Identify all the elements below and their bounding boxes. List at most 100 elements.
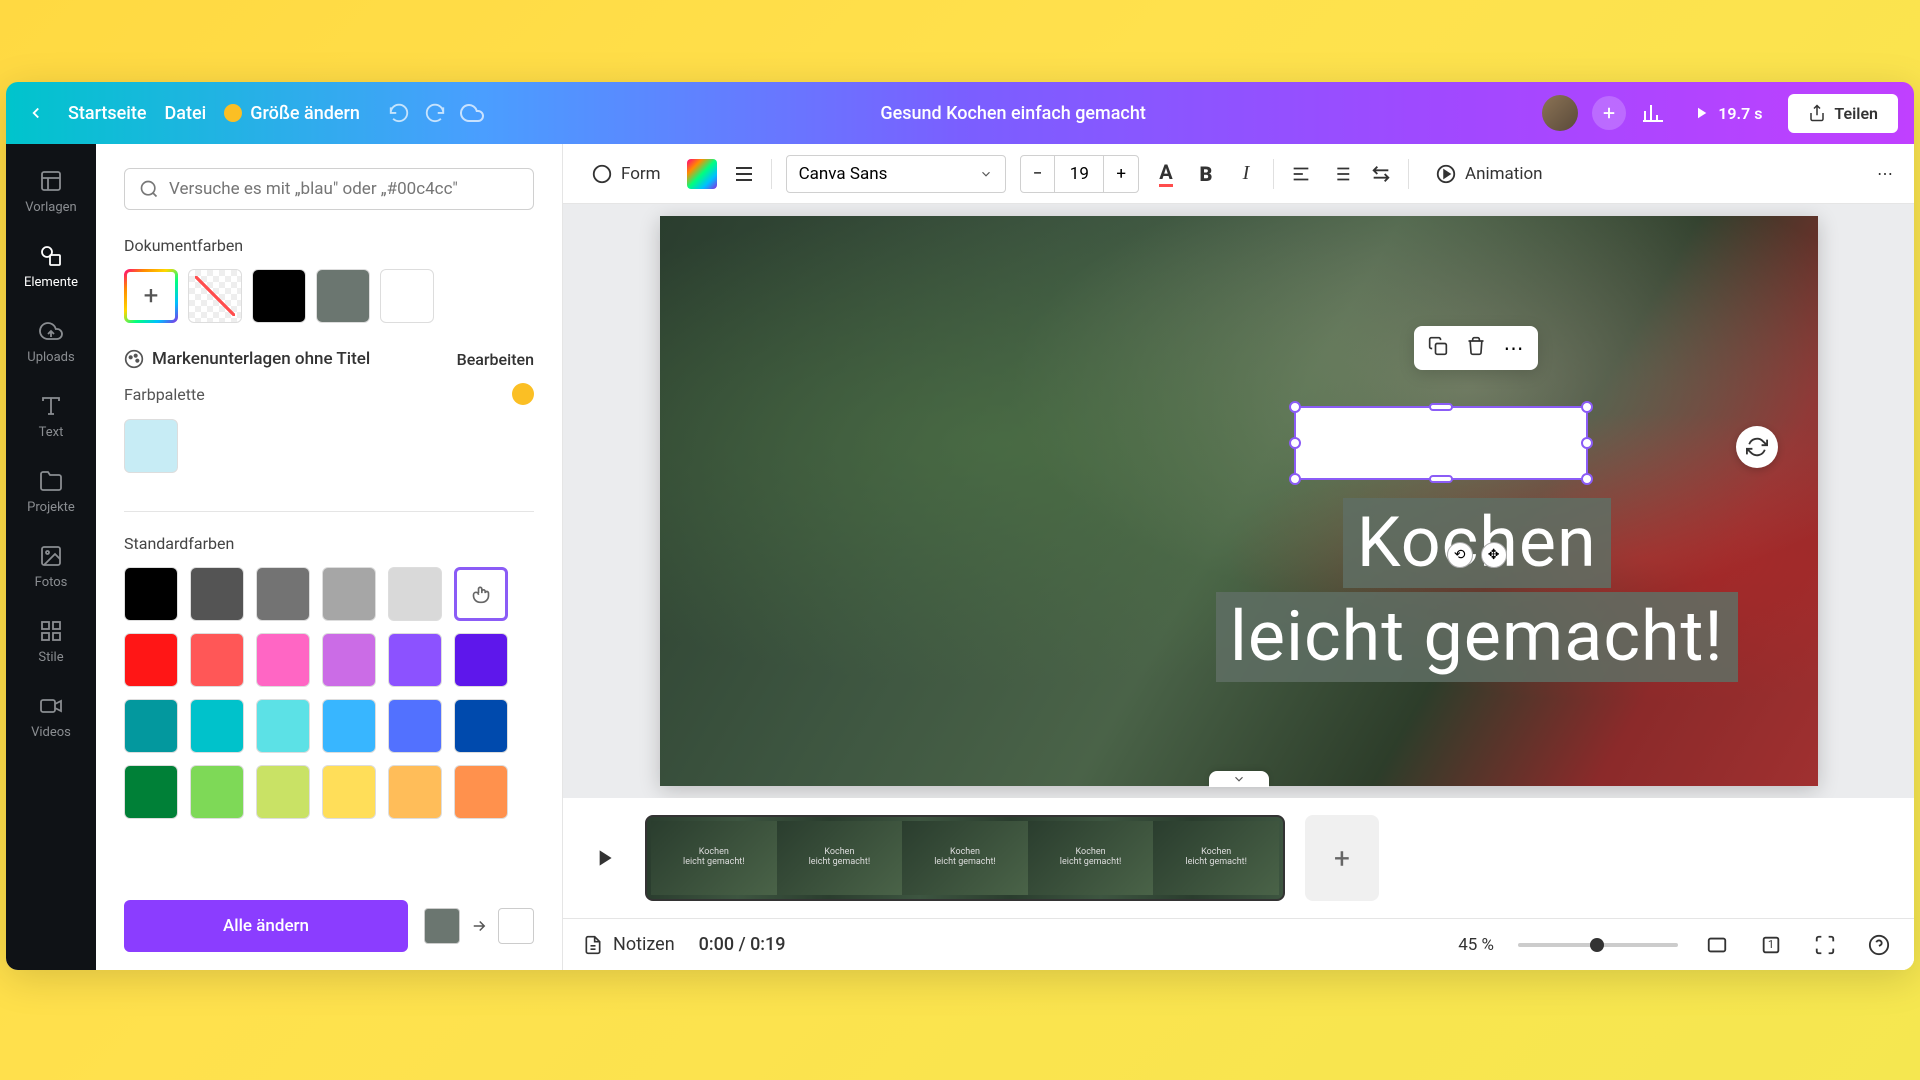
- default-color-swatch[interactable]: [190, 765, 244, 819]
- regenerate-button[interactable]: [1736, 426, 1778, 468]
- text-line-2[interactable]: leicht gemacht!: [1216, 592, 1738, 682]
- undo-button[interactable]: [388, 101, 410, 125]
- default-color-swatch[interactable]: [190, 633, 244, 687]
- default-color-swatch[interactable]: [388, 633, 442, 687]
- decrease-size-button[interactable]: −: [1021, 156, 1055, 192]
- timeline-play-button[interactable]: [583, 837, 625, 879]
- color-search[interactable]: [124, 168, 534, 210]
- duplicate-button[interactable]: [1428, 336, 1448, 360]
- help-button[interactable]: [1864, 930, 1894, 960]
- font-size-value[interactable]: 19: [1054, 156, 1104, 192]
- rail-styles[interactable]: Stile: [6, 604, 96, 679]
- videos-icon: [38, 693, 64, 719]
- add-color-button[interactable]: +: [124, 269, 178, 323]
- app-frame: Startseite Datei Größe ändern Gesund Koc…: [6, 82, 1914, 970]
- top-bar: Startseite Datei Größe ändern Gesund Koc…: [6, 82, 1914, 144]
- fullscreen-button[interactable]: [1810, 930, 1840, 960]
- preview-play-button[interactable]: 19.7 s: [1680, 98, 1774, 129]
- default-color-swatch[interactable]: [190, 699, 244, 753]
- grid-view-button[interactable]: [1702, 930, 1732, 960]
- cloud-sync-icon[interactable]: [460, 101, 484, 125]
- zoom-slider[interactable]: [1518, 943, 1678, 947]
- selection-box[interactable]: [1294, 406, 1588, 480]
- video-frame[interactable]: ⋯ Kochen ⟲✥ leicht gemacht!: [660, 216, 1818, 786]
- notes-button[interactable]: Notizen: [583, 934, 675, 955]
- default-color-swatch[interactable]: [190, 567, 244, 621]
- default-color-swatch[interactable]: [388, 699, 442, 753]
- bold-button[interactable]: B: [1193, 161, 1219, 187]
- spacing-button[interactable]: [1368, 161, 1394, 187]
- rail-projects[interactable]: Projekte: [6, 454, 96, 529]
- rail-videos[interactable]: Videos: [6, 679, 96, 754]
- back-button[interactable]: [22, 99, 50, 127]
- default-color-swatch[interactable]: [388, 567, 442, 621]
- side-rail: Vorlagen Elemente Uploads Text Projekte …: [6, 144, 96, 970]
- doc-color-swatch[interactable]: [380, 269, 434, 323]
- styles-icon: [38, 618, 64, 644]
- change-all-button[interactable]: Alle ändern: [124, 900, 408, 952]
- add-collaborator-button[interactable]: [1592, 96, 1626, 130]
- share-button[interactable]: Teilen: [1788, 94, 1898, 133]
- default-color-swatch[interactable]: [322, 765, 376, 819]
- nav-resize[interactable]: Größe ändern: [224, 103, 360, 124]
- default-color-swatch[interactable]: [124, 633, 178, 687]
- canvas-text-overlay[interactable]: Kochen ⟲✥ leicht gemacht!: [1216, 496, 1738, 684]
- rail-text[interactable]: Text: [6, 379, 96, 454]
- text-color-button[interactable]: A: [1153, 161, 1179, 187]
- default-color-swatch[interactable]: [322, 567, 376, 621]
- page-number-badge[interactable]: 1: [1756, 930, 1786, 960]
- default-color-swatch[interactable]: [454, 567, 508, 621]
- rail-photos[interactable]: Fotos: [6, 529, 96, 604]
- document-title[interactable]: Gesund Kochen einfach gemacht: [502, 103, 1524, 124]
- more-options-button[interactable]: ⋯: [1504, 336, 1524, 360]
- canvas-area: Form Canva Sans − 19 + A B I: [563, 144, 1914, 970]
- doc-color-swatch[interactable]: [316, 269, 370, 323]
- delete-button[interactable]: [1466, 336, 1486, 360]
- default-color-swatch[interactable]: [124, 699, 178, 753]
- redo-button[interactable]: [424, 101, 446, 125]
- add-page-button[interactable]: +: [1305, 815, 1379, 901]
- default-color-swatch[interactable]: [388, 765, 442, 819]
- default-color-swatch[interactable]: [454, 633, 508, 687]
- palette-swatch[interactable]: [124, 419, 178, 473]
- list-button[interactable]: [1328, 161, 1354, 187]
- brand-edit-button[interactable]: Bearbeiten: [457, 350, 534, 369]
- default-color-swatch[interactable]: [256, 567, 310, 621]
- color-search-input[interactable]: [169, 179, 519, 199]
- rail-templates[interactable]: Vorlagen: [6, 154, 96, 229]
- insights-button[interactable]: [1640, 100, 1666, 126]
- default-color-swatch[interactable]: [454, 699, 508, 753]
- default-color-swatch[interactable]: [124, 567, 178, 621]
- form-button[interactable]: Form: [579, 155, 673, 193]
- palette-icon: [124, 349, 144, 369]
- transparent-swatch[interactable]: [188, 269, 242, 323]
- font-select[interactable]: Canva Sans: [786, 155, 1006, 193]
- rotate-handle[interactable]: ⟲: [1447, 542, 1473, 568]
- increase-size-button[interactable]: +: [1104, 156, 1138, 192]
- rail-elements[interactable]: Elemente: [6, 229, 96, 304]
- templates-icon: [38, 168, 64, 194]
- rail-uploads[interactable]: Uploads: [6, 304, 96, 379]
- align-button[interactable]: [1288, 161, 1314, 187]
- animation-button[interactable]: Animation: [1423, 155, 1555, 193]
- nav-home[interactable]: Startseite: [68, 103, 147, 124]
- default-color-swatch[interactable]: [124, 765, 178, 819]
- doc-colors-row: +: [124, 269, 534, 323]
- default-color-swatch[interactable]: [322, 699, 376, 753]
- move-handle[interactable]: ✥: [1481, 542, 1507, 568]
- default-color-swatch[interactable]: [322, 633, 376, 687]
- collapse-timeline-tab[interactable]: [1209, 771, 1269, 787]
- doc-color-swatch[interactable]: [252, 269, 306, 323]
- default-color-swatch[interactable]: [256, 765, 310, 819]
- border-style-button[interactable]: [731, 161, 757, 187]
- user-avatar[interactable]: [1542, 95, 1578, 131]
- more-button[interactable]: ⋯: [1872, 161, 1898, 187]
- default-color-swatch[interactable]: [256, 633, 310, 687]
- default-color-swatch[interactable]: [454, 765, 508, 819]
- timeline-clip[interactable]: 19.7s: [645, 815, 1285, 901]
- nav-file[interactable]: Datei: [165, 103, 207, 124]
- fill-color-button[interactable]: [687, 159, 717, 189]
- italic-button[interactable]: I: [1233, 161, 1259, 187]
- default-color-swatch[interactable]: [256, 699, 310, 753]
- context-toolbar: Form Canva Sans − 19 + A B I: [563, 144, 1914, 204]
